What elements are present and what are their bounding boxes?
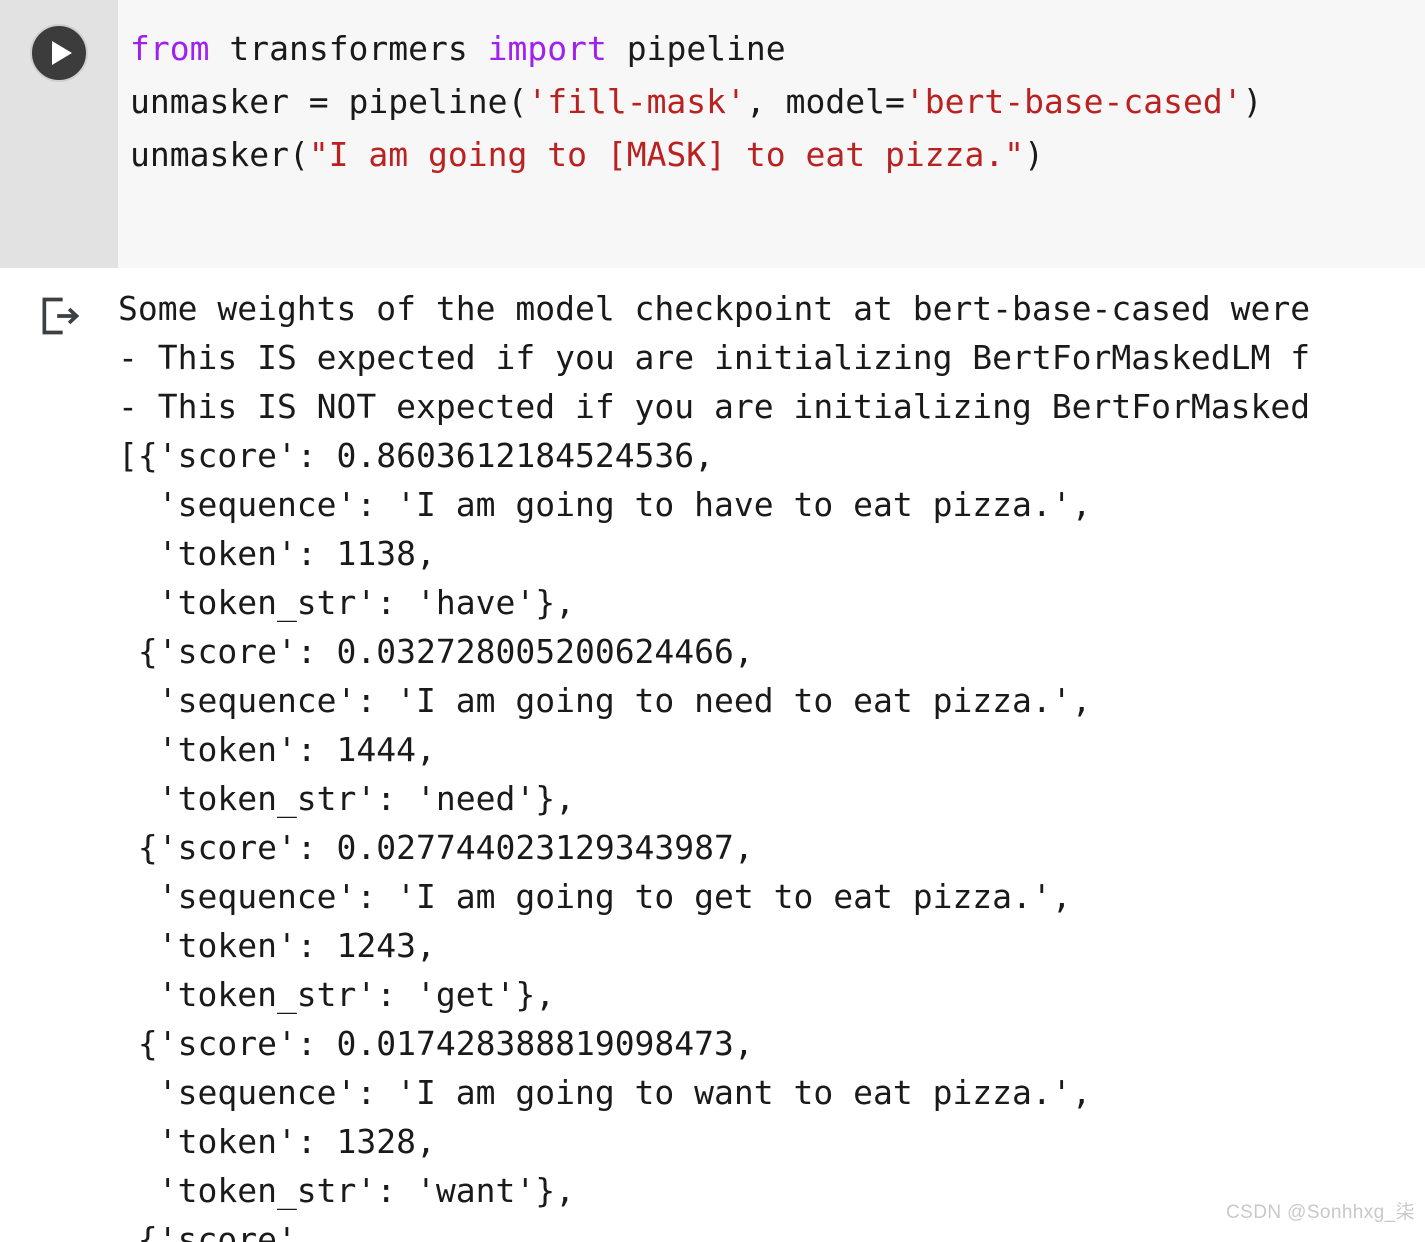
- play-icon: [52, 41, 72, 65]
- output-line: 'sequence': 'I am going to get to eat pi…: [118, 877, 1072, 916]
- output-line: 'token': 1328,: [118, 1122, 436, 1161]
- code-token-plain: unmasker(: [130, 135, 309, 174]
- output-line: 'sequence': 'I am going to need to eat p…: [118, 681, 1092, 720]
- output-line: {'score': 0.032728005200624466,: [118, 632, 754, 671]
- cell-output-area: Some weights of the model checkpoint at …: [0, 268, 1425, 1242]
- output-line: 'token': 1444,: [118, 730, 436, 769]
- output-line: 'token_str': 'have'},: [118, 583, 575, 622]
- output-gutter: [0, 268, 118, 338]
- output-line: 'sequence': 'I am going to want to eat p…: [118, 1073, 1092, 1112]
- output-line: 'token': 1138,: [118, 534, 436, 573]
- notebook-page: from transformers import pipeline unmaske…: [0, 0, 1425, 1242]
- code-token-str: "I am going to [MASK] to eat pizza.": [308, 135, 1025, 174]
- output-line: 'token_str': 'get'},: [118, 975, 556, 1014]
- code-line: unmasker("I am going to [MASK] to eat pi…: [130, 128, 1425, 181]
- code-token-kw: import: [487, 29, 607, 68]
- code-token-plain: unmasker = pipeline(: [130, 82, 528, 121]
- code-editor[interactable]: from transformers import pipeline unmaske…: [118, 0, 1425, 268]
- code-token-plain: ): [1242, 82, 1263, 121]
- output-line: 'sequence': 'I am going to have to eat p…: [118, 485, 1092, 524]
- code-line: unmasker = pipeline('fill-mask', model='…: [130, 75, 1425, 128]
- output-line: {'score': 0.017428388819098473,: [118, 1024, 754, 1063]
- output-line: {'score': 0.027744023129343987,: [118, 828, 754, 867]
- code-token-str: 'fill-mask': [527, 82, 746, 121]
- code-line: from transformers import pipeline: [130, 22, 1425, 75]
- code-token-str: 'bert-base-cased': [904, 82, 1243, 121]
- code-token-plain: pipeline: [606, 29, 786, 68]
- output-line: - This IS NOT expected if you are initia…: [118, 387, 1311, 426]
- output-line: 'token_str': 'need'},: [118, 779, 575, 818]
- output-line: Some weights of the model checkpoint at …: [118, 289, 1311, 328]
- code-token-plain: ): [1024, 135, 1044, 174]
- code-token-plain: transformers: [209, 29, 488, 68]
- output-line: [{'score': 0.8603612184524536,: [118, 436, 715, 475]
- output-line: - This IS expected if you are initializi…: [118, 338, 1311, 377]
- code-cell[interactable]: from transformers import pipeline unmaske…: [0, 0, 1425, 268]
- code-token-kw: from: [130, 29, 210, 68]
- code-cell-gutter: [0, 0, 118, 268]
- output-line: 'token': 1243,: [118, 926, 436, 965]
- code-token-plain: , model=: [745, 82, 905, 121]
- output-text: Some weights of the model checkpoint at …: [118, 268, 1425, 1242]
- csdn-watermark: CSDN @Sonhhxg_柒: [1226, 1202, 1415, 1223]
- output-arrow-icon: [42, 297, 80, 335]
- run-cell-button[interactable]: [30, 24, 88, 82]
